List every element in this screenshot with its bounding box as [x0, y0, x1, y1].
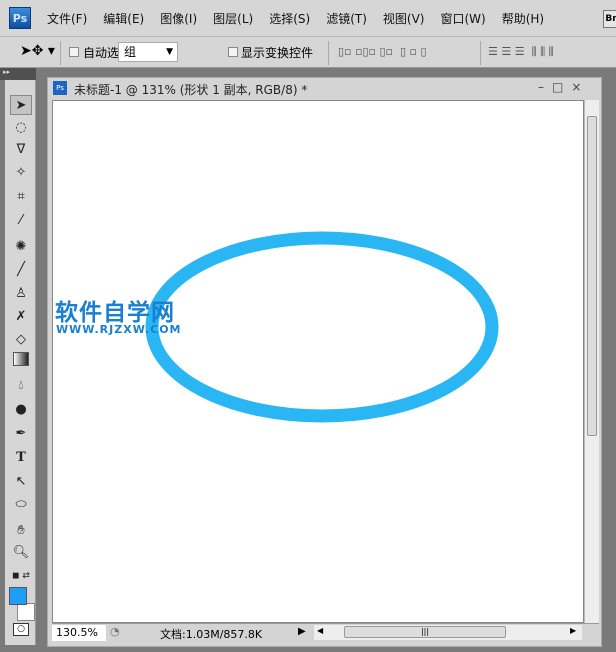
horizontal-scroll-thumb[interactable]: |||	[344, 626, 506, 638]
status-bar: 130.5% ◔ 文档:1.03M/857.8K ▶ ◀ ||| ▶	[52, 623, 599, 641]
watermark-url: WWW.RJZXW.COM	[56, 323, 182, 336]
status-info-icon[interactable]: ◔	[110, 625, 120, 638]
menu-help[interactable]: 帮助(H)	[502, 10, 544, 27]
eyedropper-icon[interactable]: ⁄	[10, 211, 32, 231]
show-transform-checkbox[interactable]	[228, 47, 238, 57]
document-title: 未标题-1 @ 131% (形状 1 副本, RGB/8) *	[74, 83, 308, 97]
menu-filter[interactable]: 滤镜(T)	[326, 10, 367, 27]
scroll-right-icon[interactable]: ▶	[570, 626, 576, 635]
document-window: Ps 未标题-1 @ 131% (形状 1 副本, RGB/8) * –□× 软…	[47, 77, 602, 647]
brush-tool-icon[interactable]: ╱	[10, 260, 32, 280]
chevron-down-icon: ▼	[166, 47, 173, 57]
background-color-swatch[interactable]	[17, 603, 35, 621]
window-controls[interactable]: –□×	[538, 80, 589, 94]
auto-select-dropdown[interactable]: 组 ▼	[118, 42, 178, 62]
canvas-artwork	[145, 231, 499, 423]
align-buttons-icon[interactable]: ▯▫ ▫▯▫ ▯▫ ▯ ▫ ▯	[338, 45, 427, 58]
options-bar: ➤✥ ▾ 自动选择: 组 ▼ 显示变换控件 ▯▫ ▫▯▫ ▯▫ ▯ ▫ ▯ ☰ ☰…	[0, 36, 616, 68]
lasso-tool-icon[interactable]: ᐁ	[10, 140, 32, 160]
move-tool-preset-icon[interactable]: ➤✥ ▾	[20, 43, 55, 59]
vertical-scroll-thumb[interactable]	[587, 116, 597, 436]
divider	[60, 41, 61, 65]
healing-brush-icon[interactable]: ✺	[10, 237, 32, 257]
menu-window[interactable]: 窗口(W)	[440, 10, 485, 27]
menu-file[interactable]: 文件(F)	[47, 10, 87, 27]
distribute-buttons-icon[interactable]: ☰ ☰ ☰ ⫼ ⫼ ⫼	[488, 45, 554, 59]
dodge-tool-icon[interactable]: ●	[10, 400, 32, 420]
photoshop-logo: Ps	[9, 7, 31, 29]
crop-tool-icon[interactable]: ⌗	[10, 187, 32, 207]
zoom-level-field[interactable]: 130.5%	[52, 625, 106, 641]
eraser-icon[interactable]: ◇	[10, 330, 32, 350]
menu-edit[interactable]: 编辑(E)	[103, 10, 144, 27]
zoom-tool-icon[interactable]: 🔍︎	[10, 543, 32, 563]
type-tool-icon[interactable]: T	[10, 448, 32, 468]
marquee-tool-icon[interactable]: ◌	[10, 118, 32, 138]
canvas[interactable]: 软件自学网 WWW.RJZXW.COM	[52, 100, 584, 623]
magic-wand-icon[interactable]: ✧	[10, 163, 32, 183]
document-size-info: 文档:1.03M/857.8K	[160, 628, 263, 641]
status-menu-arrow-icon[interactable]: ▶	[298, 626, 306, 637]
menu-select[interactable]: 选择(S)	[269, 10, 310, 27]
vertical-scrollbar[interactable]	[584, 100, 599, 623]
ellipse-shape[interactable]	[145, 231, 499, 423]
history-brush-icon[interactable]: ✗	[10, 307, 32, 327]
path-selection-icon[interactable]: ↖	[10, 472, 32, 492]
hand-tool-icon[interactable]: ✋︎	[10, 521, 32, 541]
move-tool-icon[interactable]: ➤	[10, 95, 32, 115]
show-transform-label: 显示变换控件	[241, 46, 314, 60]
menu-layer[interactable]: 图层(L)	[213, 10, 253, 27]
document-ps-icon: Ps	[53, 81, 67, 95]
auto-select-checkbox[interactable]	[69, 47, 79, 57]
scroll-left-icon[interactable]: ◀	[317, 626, 323, 635]
divider	[328, 41, 329, 65]
clone-stamp-icon[interactable]: ♙	[10, 284, 32, 304]
pen-tool-icon[interactable]: ✒︎	[10, 424, 32, 444]
menu-view[interactable]: 视图(V)	[383, 10, 425, 27]
ellipse-tool-icon[interactable]: ⬭	[10, 495, 32, 515]
watermark-title: 软件自学网	[55, 300, 175, 326]
toolbox-collapse-icon[interactable]: ▸▸	[0, 68, 36, 80]
gradient-tool-icon[interactable]	[13, 352, 29, 366]
divider	[480, 41, 481, 65]
auto-select-value: 组	[124, 45, 137, 59]
blur-tool-icon[interactable]: 💧︎	[10, 376, 32, 396]
foreground-color-swatch[interactable]	[9, 587, 27, 605]
toolbox: ➤ ◌ ᐁ ✧ ⌗ ⁄ ✺ ╱ ♙ ✗ ◇ 💧︎ ● ✒︎ T ↖ ⬭ ✋︎ 🔍…	[5, 80, 36, 645]
bridge-button[interactable]: Br	[603, 10, 616, 28]
quick-mask-icon[interactable]: ○	[13, 623, 29, 636]
menu-image[interactable]: 图像(I)	[160, 10, 197, 27]
default-colors-icon[interactable]: ◼ ⇄	[10, 566, 32, 586]
menu-bar: Ps 文件(F) 编辑(E) 图像(I) 图层(L) 选择(S) 滤镜(T) 视…	[0, 0, 616, 36]
horizontal-scrollbar[interactable]: ◀ ||| ▶	[314, 625, 582, 640]
